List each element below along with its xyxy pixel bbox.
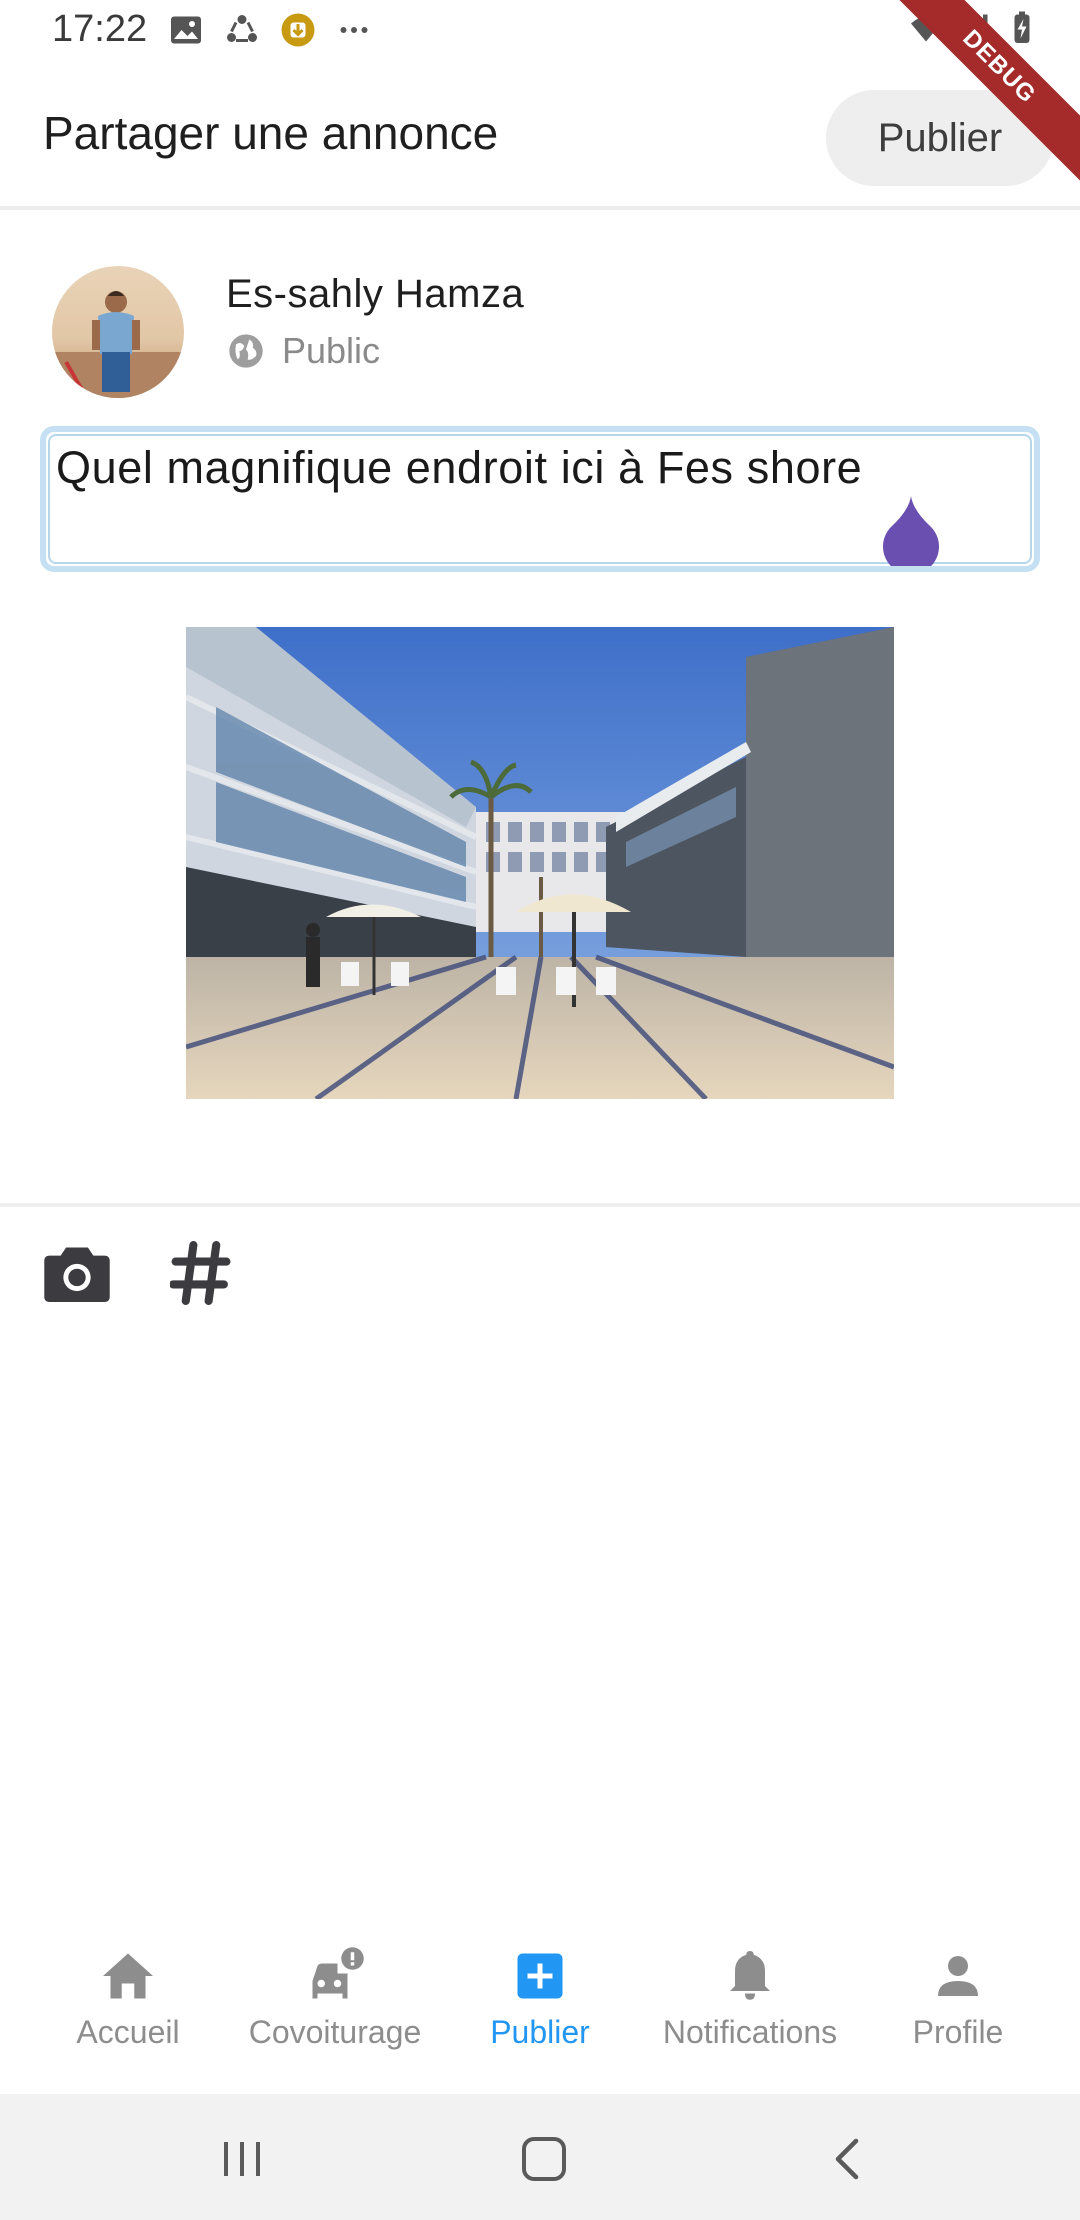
hashtag-icon[interactable]: [170, 1240, 232, 1306]
car-alert-icon: [312, 1947, 364, 1999]
globe-icon: [229, 334, 263, 368]
nav-label-accueil: Accueil: [76, 2014, 180, 2050]
home-button-icon[interactable]: [514, 2134, 574, 2184]
bell-icon: [730, 1951, 770, 2000]
back-icon[interactable]: [818, 2134, 878, 2184]
bottom-navigation: Accueil Covoiturage Publier Notification…: [0, 1934, 1080, 2094]
status-time: 17:22: [52, 8, 148, 50]
text-cursor-handle[interactable]: [882, 496, 940, 566]
add-box-icon: [517, 1953, 563, 1999]
download-icon: [281, 13, 315, 47]
sync-icon: [227, 15, 257, 42]
notification-icons: [168, 12, 372, 48]
attached-photo[interactable]: [186, 627, 894, 1099]
more-icon: [340, 27, 368, 33]
nav-label-profile: Profile: [912, 2014, 1004, 2050]
nav-item-covoiturage[interactable]: Covoiturage: [235, 1946, 435, 2076]
page-title: Partager une annonce: [43, 107, 499, 159]
screen: 17:22 DEBUG Partager une annonce Publier…: [0, 0, 1080, 2220]
system-navigation-bar: [0, 2094, 1080, 2220]
recent-apps-icon[interactable]: [212, 2134, 272, 2184]
battery-icon: [1014, 11, 1030, 43]
avatar-photo: [52, 266, 184, 398]
nav-label-publier: Publier: [490, 2014, 590, 2050]
avatar[interactable]: [52, 266, 184, 398]
nav-item-publier[interactable]: Publier: [440, 1946, 640, 2076]
visibility-selector[interactable]: Public: [226, 330, 380, 372]
courtyard-photo: [186, 627, 894, 1099]
nav-item-notifications[interactable]: Notifications: [645, 1946, 855, 2076]
nav-label-covoiturage: Covoiturage: [248, 2014, 422, 2050]
nav-item-accueil[interactable]: Accueil: [28, 1946, 228, 2076]
post-text: Quel magnifique endroit ici à Fes shore: [56, 442, 863, 493]
author-name: Es-sahly Hamza: [226, 272, 525, 316]
nav-label-notifications: Notifications: [662, 2014, 838, 2050]
visibility-label: Public: [282, 330, 381, 371]
divider: [0, 1203, 1080, 1207]
camera-icon[interactable]: [44, 1242, 110, 1302]
home-icon: [103, 1953, 153, 1999]
post-text-field[interactable]: Quel magnifique endroit ici à Fes shore: [40, 426, 1040, 572]
app-bar: Partager une annonce Publier: [0, 62, 1080, 210]
image-icon: [171, 16, 201, 44]
nav-item-profile[interactable]: Profile: [858, 1946, 1058, 2076]
person-icon: [938, 1956, 978, 1996]
